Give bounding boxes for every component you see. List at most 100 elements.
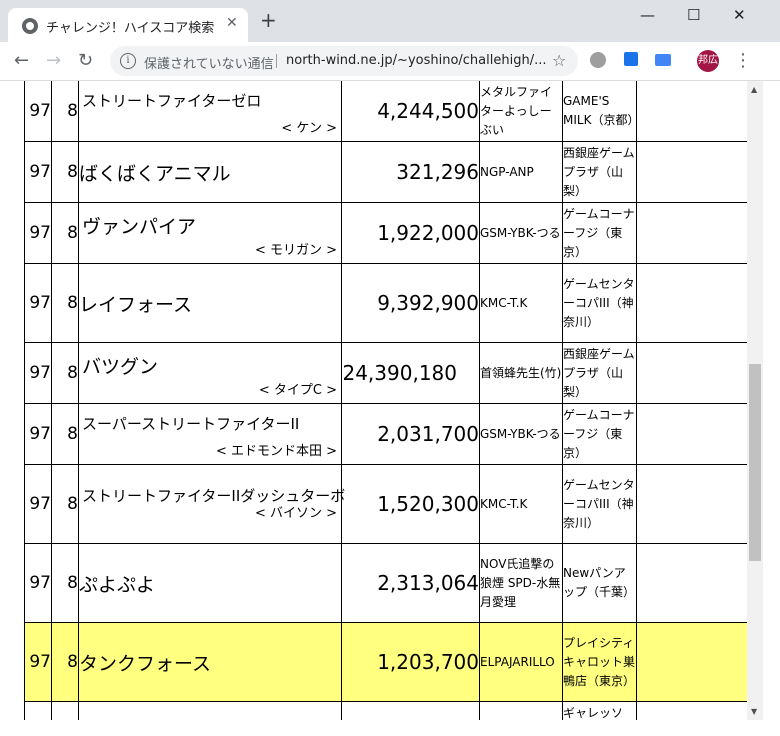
table-row: 97 8 ばくばくアニマル 321,296 NGP-ANP 西銀座ゲームプラザ（…	[24, 141, 747, 203]
blank-cell	[636, 543, 747, 623]
table-row: 97 8 ぷよぷよ 2,313,064 NOV氏追撃の狼煙 SPD-水無月愛理 …	[24, 543, 747, 623]
shop-cell: 西銀座ゲームプラザ（山梨）	[562, 342, 637, 404]
table-row: 97 8 ヴァンパイア < モリガン > 1,922,000 GSM-YBK-つる…	[24, 202, 747, 264]
game-cell: スーパーストリートファイターII < エドモンド本田 >	[78, 403, 342, 465]
game-cell: レイフォース	[78, 263, 342, 343]
new-tab-button[interactable]: +	[260, 10, 277, 30]
player-cell: メタルファイターよっしーぶい	[479, 81, 563, 142]
score-cell	[341, 701, 480, 720]
maximize-button[interactable]: ☐	[687, 6, 700, 24]
count-cell: 8	[51, 141, 79, 203]
game-title: ぷよぷよ	[79, 573, 156, 596]
not-secure-label: 保護されていない通信	[144, 57, 274, 72]
player-cell	[479, 701, 563, 720]
score-cell: 24,390,180	[341, 342, 480, 404]
player-cell: KMC-T.K	[479, 464, 563, 544]
game-subtitle: < ケン >	[281, 121, 337, 136]
page-content: 97 8 ストリートファイターゼロ < ケン > 4,244,500 メタルファイ…	[0, 81, 747, 720]
scroll-down-arrow-icon[interactable]: ▼	[751, 707, 757, 716]
minimize-button[interactable]: —	[640, 6, 655, 24]
rank-cell	[24, 701, 52, 720]
score-cell: 321,296	[341, 141, 480, 203]
player-cell: KMC-T.K	[479, 263, 563, 343]
rank-cell: 97	[24, 81, 52, 142]
game-subtitle: < モリガン >	[254, 243, 337, 258]
table-row: ギャレッソ	[24, 701, 747, 720]
score-cell: 2,031,700	[341, 403, 480, 465]
scrollbar-thumb[interactable]	[749, 364, 761, 561]
rank-cell: 97	[24, 342, 52, 404]
scroll-up-arrow-icon[interactable]: ▲	[751, 85, 757, 94]
count-cell: 8	[51, 543, 79, 623]
window-edge	[763, 81, 780, 736]
blank-cell	[636, 701, 747, 720]
game-cell: バツグン < タイプC >	[78, 342, 342, 404]
table-row: 97 8 ストリートファイターゼロ < ケン > 4,244,500 メタルファイ…	[24, 81, 747, 142]
divider	[276, 54, 277, 68]
rank-cell: 97	[24, 141, 52, 203]
shop-cell: プレイシティキャロット巣鴨店（東京）	[562, 622, 637, 702]
game-title: ストリートファイターゼロ	[82, 92, 262, 110]
game-title: タンクフォース	[79, 652, 212, 675]
tab-close-icon[interactable]: ✕	[226, 15, 238, 31]
shop-cell: ゲームコーナーフジ（東京）	[562, 403, 637, 465]
player-cell: GSM-YBK-つる	[479, 202, 563, 264]
game-cell: ばくばくアニマル	[78, 141, 342, 203]
game-title: レイフォース	[79, 293, 193, 316]
address-bar[interactable]: i 保護されていない通信 north-wind.ne.jp/~yoshino/c…	[110, 46, 578, 76]
globe-icon	[22, 18, 38, 34]
count-cell: 8	[51, 263, 79, 343]
player-cell: NGP-ANP	[479, 141, 563, 203]
score-cell: 2,313,064	[341, 543, 480, 623]
count-cell: 8	[51, 81, 79, 142]
game-subtitle: < バイソン >	[254, 506, 337, 521]
extension-translate-icon[interactable]	[624, 52, 638, 66]
close-window-button[interactable]: ✕	[733, 6, 746, 24]
table-row: 97 8 レイフォース 9,392,900 KMC-T.K ゲームセンターコパI…	[24, 263, 747, 343]
player-cell: 首領蜂先生(竹)	[479, 342, 563, 404]
shop-cell: ゲームセンターコパIII（神奈川）	[562, 464, 637, 544]
table-row-highlighted: 97 8 タンクフォース 1,203,700 ELPAJARILLO プレイシテ…	[24, 622, 747, 702]
game-title: ばくばくアニマル	[79, 162, 231, 185]
back-button[interactable]: ←	[14, 50, 29, 71]
table-row: 97 8 ストリートファイターIIダッシュターボ < バイソン > 1,520,3…	[24, 464, 747, 544]
extension-message-icon[interactable]	[655, 54, 671, 66]
info-icon[interactable]: i	[120, 53, 136, 69]
shop-cell: GAME'S MILK（京都）	[562, 81, 639, 142]
forward-button[interactable]: →	[46, 50, 61, 71]
blank-cell	[636, 403, 747, 465]
game-cell: ぷよぷよ	[78, 543, 342, 623]
reload-button[interactable]: ↻	[78, 50, 93, 71]
blank-cell	[636, 81, 747, 142]
blank-cell	[636, 263, 747, 343]
player-cell: NOV氏追撃の狼煙 SPD-水無月愛理	[479, 543, 563, 623]
extension-chat-icon[interactable]	[590, 52, 606, 68]
vertical-scrollbar[interactable]: ▲ ▼	[747, 81, 763, 720]
count-cell: 8	[51, 202, 79, 264]
rank-cell: 97	[24, 464, 52, 544]
score-cell: 4,244,500	[341, 81, 480, 142]
game-subtitle: < エドモンド本田 >	[215, 444, 337, 459]
shop-cell: ギャレッソ	[562, 701, 637, 720]
shop-cell: Newパンアップ（千葉）	[562, 543, 637, 623]
profile-avatar[interactable]: 邦広	[697, 50, 719, 72]
game-title: ヴァンパイア	[82, 216, 197, 238]
game-title: スーパーストリートファイターII	[82, 415, 300, 433]
rank-cell: 97	[24, 263, 52, 343]
game-subtitle: < タイプC >	[258, 383, 337, 398]
game-cell	[78, 701, 342, 720]
url-text[interactable]: north-wind.ne.jp/~yoshino/challehigh/...	[286, 53, 546, 68]
shop-cell: 西銀座ゲームプラザ（山梨）	[562, 141, 637, 203]
score-table: 97 8 ストリートファイターゼロ < ケン > 4,244,500 メタルファイ…	[24, 81, 747, 720]
score-cell: 1,922,000	[341, 202, 480, 264]
rank-cell: 97	[24, 543, 52, 623]
blank-cell	[636, 342, 747, 404]
tab-title: チャレンジ！ハイスコア検索	[46, 21, 215, 36]
score-cell: 1,520,300	[341, 464, 480, 544]
player-cell: GSM-YBK-つる	[479, 403, 563, 465]
browser-tab[interactable]: チャレンジ！ハイスコア検索 ✕	[8, 8, 248, 42]
count-cell: 8	[51, 403, 79, 465]
bookmark-star-icon[interactable]: ☆	[552, 51, 566, 70]
menu-icon[interactable]: ⋮	[734, 50, 752, 71]
blank-cell	[636, 141, 747, 203]
